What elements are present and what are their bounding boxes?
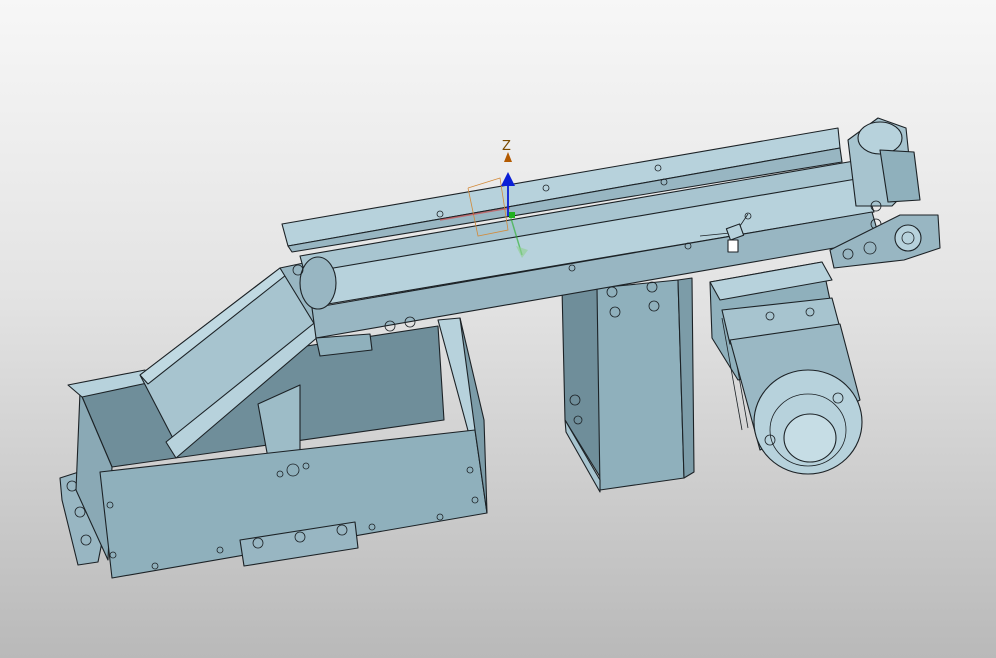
origin-icon xyxy=(509,212,515,218)
z-axis-label: Z xyxy=(502,139,511,154)
head-shaft-bore xyxy=(894,224,922,252)
3d-viewport[interactable]: Z xyxy=(0,0,996,658)
tail-roller xyxy=(299,256,337,310)
gear-motor[interactable] xyxy=(709,261,863,475)
cad-model-view[interactable]: Z xyxy=(0,0,996,658)
z-arrow-icon xyxy=(501,172,515,186)
support-pedestal[interactable] xyxy=(561,277,695,493)
